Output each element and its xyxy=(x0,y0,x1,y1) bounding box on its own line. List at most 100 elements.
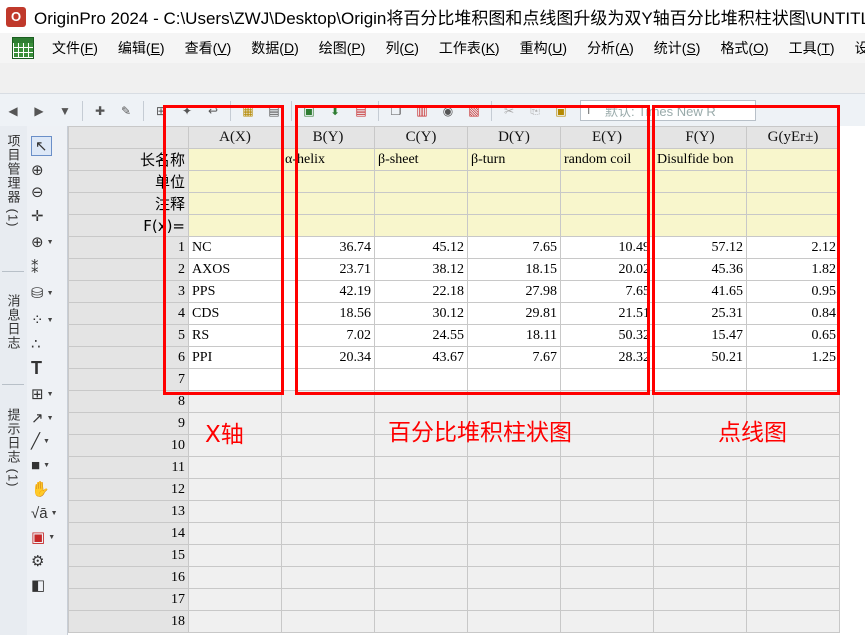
empty-cell[interactable] xyxy=(560,500,654,523)
empty-cell[interactable] xyxy=(653,368,747,391)
meta-cell[interactable]: α-helix xyxy=(281,148,375,171)
empty-cell[interactable] xyxy=(374,478,468,501)
menu-item-12[interactable]: 设置( xyxy=(845,38,865,58)
menu-item-2[interactable]: 查看(V) xyxy=(175,38,242,58)
menu-item-5[interactable]: 列(C) xyxy=(375,38,428,58)
empty-cell[interactable] xyxy=(281,588,375,611)
empty-cell[interactable] xyxy=(746,566,840,589)
empty-cell[interactable] xyxy=(746,544,840,567)
arrow-tool[interactable]: ↗ ▼ xyxy=(31,408,61,428)
empty-cell[interactable] xyxy=(281,390,375,413)
undo-icon[interactable]: ◀ xyxy=(3,102,23,120)
set-column-icon[interactable]: ✎ xyxy=(116,102,136,120)
empty-cell[interactable] xyxy=(653,588,747,611)
empty-cell[interactable] xyxy=(746,610,840,633)
empty-cell[interactable] xyxy=(467,500,561,523)
text-tool[interactable]: T xyxy=(31,358,61,378)
region-tool[interactable]: ∴ xyxy=(31,334,61,354)
menu-item-4[interactable]: 绘图(P) xyxy=(309,38,376,58)
empty-cell[interactable] xyxy=(746,456,840,479)
data-cell[interactable]: 7.65 xyxy=(560,280,654,303)
camera-icon[interactable]: ◉ xyxy=(438,102,458,120)
insert-icon[interactable]: ⊞ xyxy=(151,102,171,120)
empty-cell[interactable] xyxy=(281,478,375,501)
empty-cell[interactable] xyxy=(653,566,747,589)
empty-cell[interactable] xyxy=(467,566,561,589)
empty-cell[interactable] xyxy=(653,456,747,479)
data-cell[interactable]: 18.56 xyxy=(281,302,375,325)
meta-cell[interactable] xyxy=(653,192,747,215)
empty-cell[interactable] xyxy=(374,500,468,523)
meta-cell[interactable]: Disulfide bon xyxy=(653,148,747,171)
meta-cell[interactable] xyxy=(374,214,468,237)
empty-cell[interactable] xyxy=(560,478,654,501)
row-number[interactable]: 12 xyxy=(68,478,189,501)
line-tool[interactable]: ╱ ▼ xyxy=(31,431,61,451)
empty-cell[interactable] xyxy=(281,544,375,567)
empty-cell[interactable] xyxy=(188,522,282,545)
row-number[interactable]: 11 xyxy=(68,456,189,479)
data-cell[interactable]: 24.55 xyxy=(374,324,468,347)
column-header[interactable]: F(Y) xyxy=(653,126,747,149)
empty-cell[interactable] xyxy=(188,456,282,479)
data-cell[interactable]: 43.67 xyxy=(374,346,468,369)
empty-cell[interactable] xyxy=(281,368,375,391)
empty-cell[interactable] xyxy=(746,522,840,545)
data-cell[interactable]: 18.15 xyxy=(467,258,561,281)
meta-cell[interactable] xyxy=(281,214,375,237)
data-cell[interactable]: 38.12 xyxy=(374,258,468,281)
row-number[interactable]: 6 xyxy=(68,346,189,369)
data-cell[interactable]: 50.32 xyxy=(560,324,654,347)
data-cell[interactable]: 45.36 xyxy=(653,258,747,281)
data-selector-tool[interactable]: ⁑ xyxy=(31,258,61,278)
data-cell[interactable]: 23.71 xyxy=(281,258,375,281)
menu-item-8[interactable]: 分析(A) xyxy=(577,38,644,58)
meta-cell[interactable] xyxy=(467,192,561,215)
empty-cell[interactable] xyxy=(374,544,468,567)
data-reader-tool[interactable]: ✛ xyxy=(31,206,61,226)
column-header[interactable]: D(Y) xyxy=(467,126,561,149)
data-cell[interactable]: 50.21 xyxy=(653,346,747,369)
data-cell[interactable]: 41.65 xyxy=(653,280,747,303)
empty-cell[interactable] xyxy=(653,478,747,501)
empty-cell[interactable] xyxy=(374,390,468,413)
empty-cell[interactable] xyxy=(560,390,654,413)
row-number[interactable]: 8 xyxy=(68,390,189,413)
row-number[interactable]: 14 xyxy=(68,522,189,545)
annotation-tool[interactable]: ⊞ ▼ xyxy=(31,384,61,404)
worksheet-icon[interactable]: ▦ xyxy=(238,102,258,120)
cut-icon[interactable]: ✂ xyxy=(499,102,519,120)
empty-cell[interactable] xyxy=(281,610,375,633)
empty-cell[interactable] xyxy=(746,500,840,523)
empty-cell[interactable] xyxy=(560,456,654,479)
empty-cell[interactable] xyxy=(746,478,840,501)
empty-cell[interactable] xyxy=(560,544,654,567)
import-icon[interactable]: ⬇ xyxy=(325,102,345,120)
data-cell[interactable]: 29.81 xyxy=(467,302,561,325)
empty-cell[interactable] xyxy=(560,610,654,633)
row-number[interactable]: 16 xyxy=(68,566,189,589)
meta-cell[interactable] xyxy=(653,214,747,237)
empty-cell[interactable] xyxy=(560,588,654,611)
3d-object-tool[interactable]: ◧ xyxy=(31,575,61,595)
empty-cell[interactable] xyxy=(467,368,561,391)
empty-cell[interactable] xyxy=(467,588,561,611)
menu-item-1[interactable]: 编辑(E) xyxy=(108,38,175,58)
meta-row-header[interactable]: 长名称 xyxy=(68,148,189,171)
data-cell[interactable]: 28.32 xyxy=(560,346,654,369)
menu-item-7[interactable]: 重构(U) xyxy=(510,38,577,58)
mask-tool[interactable]: ⛁ ▼ xyxy=(31,283,61,303)
data-cell[interactable]: RS xyxy=(188,324,282,347)
data-cell[interactable]: 0.84 xyxy=(746,302,840,325)
row-number[interactable]: 3 xyxy=(68,280,189,303)
empty-cell[interactable] xyxy=(188,610,282,633)
data-cell[interactable]: 20.34 xyxy=(281,346,375,369)
data-cell[interactable]: 57.12 xyxy=(653,236,747,259)
data-cell[interactable]: 20.02 xyxy=(560,258,654,281)
empty-cell[interactable] xyxy=(467,456,561,479)
meta-cell[interactable]: random coil xyxy=(560,148,654,171)
column-header[interactable]: G(yEr±) xyxy=(746,126,840,149)
row-number[interactable]: 13 xyxy=(68,500,189,523)
meta-cell[interactable] xyxy=(746,148,840,171)
empty-cell[interactable] xyxy=(746,368,840,391)
